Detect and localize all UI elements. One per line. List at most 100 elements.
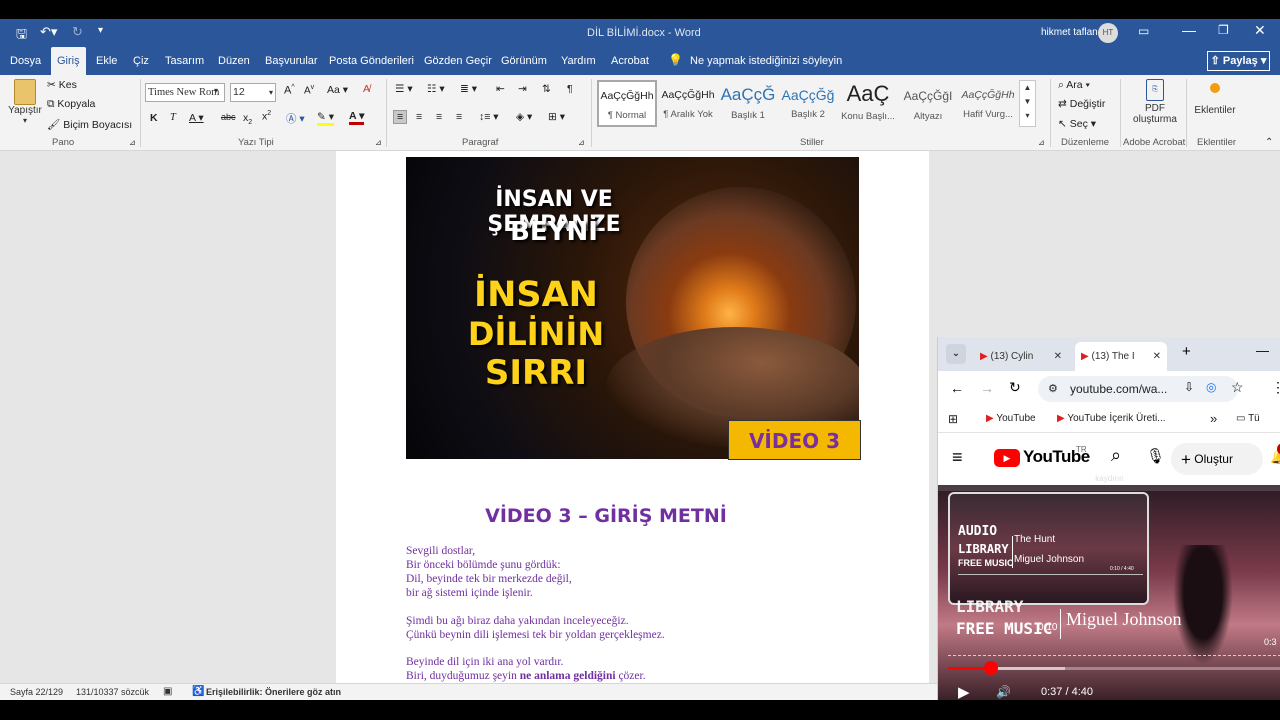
close-icon[interactable]: ✕ [1254,22,1266,39]
text-effects-icon[interactable]: Ⓐ ▾ [286,111,305,126]
forward-icon[interactable]: → [980,380,994,396]
search-icon[interactable]: ⌕ [1111,445,1121,466]
italic-button[interactable]: T [170,112,176,123]
align-right-icon[interactable]: ≡ [436,111,442,123]
install-icon[interactable]: ⇩ [1184,380,1194,394]
bookmark-folder[interactable]: ▭ Tü [1236,413,1260,424]
format-painter-button[interactable]: 🖌 Biçim Boyacısı [47,118,132,131]
restore-icon[interactable]: ❐ [1218,23,1229,37]
grow-font-icon[interactable]: A^ [284,84,295,97]
bookmark-youtube[interactable]: ▶ YouTube [986,413,1036,424]
tab-ciz[interactable]: Çiz [127,47,155,75]
collapse-ribbon-icon[interactable]: ⌃ [1265,137,1273,148]
select-button[interactable]: ↖ Seç ▾ [1058,118,1096,130]
reload-icon[interactable]: ↻ [1009,379,1021,396]
bookmark-star-icon[interactable]: ☆ [1231,379,1244,396]
minimize-icon[interactable]: — [1182,22,1196,38]
tell-me-box[interactable]: Ne yapmak istediğinizi söyleyin [690,55,842,67]
paste-button[interactable]: Yapıştır ▾ [8,79,42,125]
subscript-button[interactable]: x2 [243,112,252,126]
user-name[interactable]: hikmet taflan [1041,27,1098,38]
tab-tasarim[interactable]: Tasarım [159,47,210,75]
addins-button[interactable]: Eklentiler [1193,83,1237,116]
paragraph-line[interactable]: bir ağ sistemi içinde işlenir. [406,587,533,599]
tab-basvurular[interactable]: Başvurular [259,47,324,75]
paragraph-line[interactable]: Dil, beyinde tek bir merkezde değil, [406,573,572,585]
lens-icon[interactable]: ◎ [1206,380,1216,394]
new-tab-icon[interactable]: + [1182,343,1191,360]
paragraph-line[interactable]: Bir önceki bölümde şunu gördük: [406,559,561,571]
style-subtitle[interactable]: AaÇçĞğI Altyazı [898,79,958,127]
minimize-icon[interactable]: — [1256,343,1269,358]
paragraph-line[interactable]: Şimdi bu ağı biraz daha yakından inceley… [406,615,629,627]
style-subtle-emphasis[interactable]: AaÇçĞğHh Hafif Vurg... [958,79,1018,127]
browser-tab-1[interactable]: ▶ (13) Cylin ✕ [974,342,1068,371]
bookmark-youtube-studio[interactable]: ▶ YouTube İçerik Üreti... [1057,413,1166,424]
document-heading[interactable]: VİDEO 3 – GİRİŞ METNİ [406,505,806,527]
style-no-spacing[interactable]: AaÇçĞğHh ¶ Aralık Yok [658,79,718,127]
paragraph-line[interactable]: Çünkü beynin dili işlemesi tek bir yolda… [406,629,665,641]
font-color-icon[interactable]: A ▾ [349,110,365,125]
shading-icon[interactable]: ◈ ▾ [516,111,532,123]
close-tab-icon[interactable]: ✕ [1054,342,1062,371]
ribbon-display-icon[interactable]: ▭ [1138,24,1149,38]
find-button[interactable]: ⌕ Ara ▾ [1058,79,1090,92]
pilcrow-icon[interactable]: ¶ [567,83,573,95]
style-normal[interactable]: AaÇçĞğHh ¶ Normal [597,80,657,127]
volume-icon[interactable]: 🔊 [996,685,1011,699]
more-bookmarks-icon[interactable]: » [1210,411,1217,426]
share-button[interactable]: ⇧ Paylaş ▾ [1207,51,1270,71]
browser-tab-2[interactable]: ▶ (13) The I ✕ [1075,342,1167,371]
word-count[interactable]: 131/10337 sözcük [76,687,149,697]
borders-icon[interactable]: ⊞ ▾ [548,111,565,123]
styles-scroll[interactable]: ▲ ▼ ▾ [1019,80,1036,127]
paragraph-line[interactable]: Sevgili dostlar, [406,545,475,557]
undo-icon[interactable]: ↶▾ [40,24,57,40]
clipboard-launcher-icon[interactable]: ⊿ [129,138,136,147]
video-player[interactable]: kaydırın AUDIO LIBRARY FREE MUSIC The Hu… [938,474,1280,700]
chevron-down-icon[interactable]: ▾ [214,86,218,95]
tab-dosya[interactable]: Dosya [4,47,47,75]
tab-search-icon[interactable]: ⌄ [946,344,966,364]
underline-button[interactable]: A ▾ [189,112,204,124]
tab-gorunum[interactable]: Görünüm [495,47,553,75]
style-heading-2[interactable]: AaÇçĞğ Başlık 2 [778,79,838,127]
redo-icon[interactable]: ↻ [72,24,83,40]
align-left-icon[interactable]: ≡ [393,110,408,124]
progress-scrubber[interactable] [984,661,999,675]
customize-qat-icon[interactable]: ▾ [98,25,103,36]
align-center-icon[interactable]: ≡ [416,111,422,123]
shrink-font-icon[interactable]: Av [304,84,314,96]
save-icon[interactable]: 🖫 [16,25,27,47]
numbering-icon[interactable]: ☷ ▾ [427,83,445,95]
tab-acrobat[interactable]: Acrobat [605,47,655,75]
apps-grid-icon[interactable]: ⊞ [948,412,958,426]
font-size-select[interactable]: 12 ▾ [230,83,276,102]
create-pdf-button[interactable]: ⎘ PDF oluşturma [1128,79,1182,125]
paragraph-launcher-icon[interactable]: ⊿ [578,138,585,147]
replace-button[interactable]: ⇄ Değiştir [1058,98,1105,110]
style-heading-1[interactable]: AaÇçĞ Başlık 1 [718,79,778,127]
style-title[interactable]: AaÇ Konu Başlı... [838,79,898,127]
proofing-icon[interactable]: ▣ [163,686,172,697]
accessibility-status[interactable]: Erişilebilirlik: Önerilere göz atın [206,687,341,697]
bullets-icon[interactable]: ☰ ▾ [395,83,413,95]
microphone-icon[interactable]: 🎙 [1146,447,1165,465]
styles-launcher-icon[interactable]: ⊿ [1038,138,1045,147]
strikethrough-button[interactable]: abc [221,112,236,122]
cut-button[interactable]: ✂ Kes [47,79,77,91]
clear-format-icon[interactable]: A̸ [363,83,370,95]
increase-indent-icon[interactable]: ⇥ [518,83,527,95]
user-avatar[interactable]: HT [1098,23,1118,43]
decrease-indent-icon[interactable]: ⇤ [496,83,505,95]
bold-button[interactable]: K [150,112,158,124]
multilevel-list-icon[interactable]: ≣ ▾ [460,83,477,95]
tab-posta[interactable]: Posta Gönderileri [323,47,420,75]
play-icon[interactable]: ▶ [958,683,970,700]
back-icon[interactable]: ← [950,380,964,396]
change-case-button[interactable]: Aa ▾ [327,84,348,96]
tab-yardim[interactable]: Yardım [555,47,602,75]
tab-gozden-gecir[interactable]: Gözden Geçir [418,47,498,75]
tab-ekle[interactable]: Ekle [90,47,123,75]
tab-giris[interactable]: Giriş [51,47,86,75]
